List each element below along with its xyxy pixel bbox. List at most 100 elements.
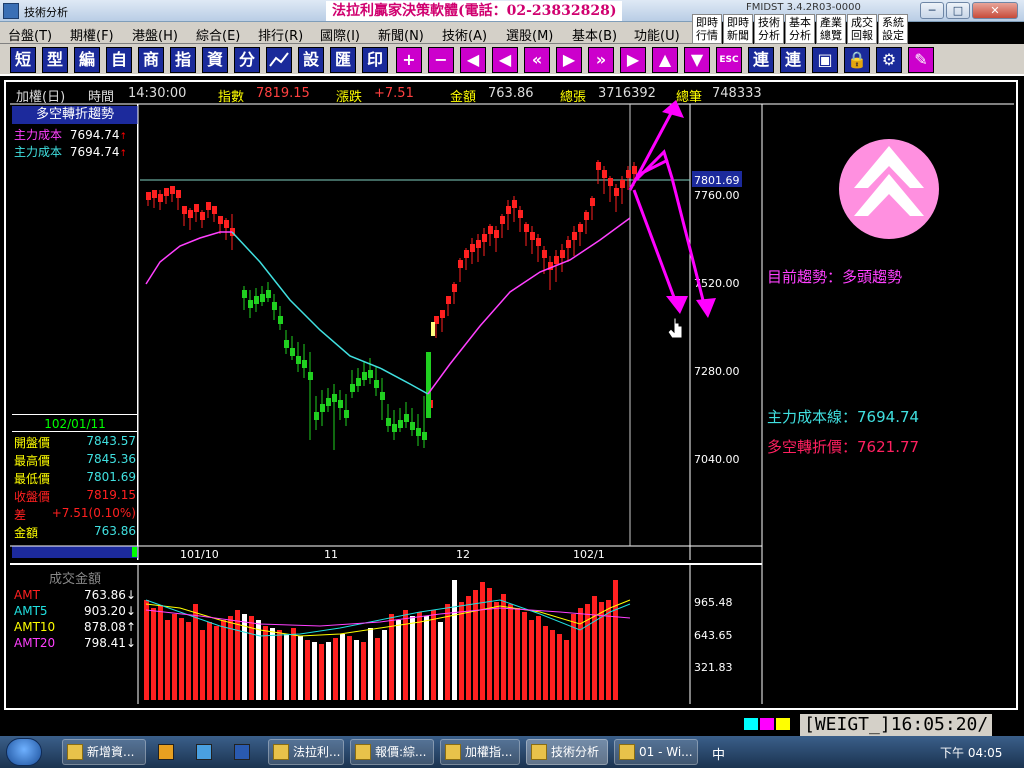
amt10-value: 878.08↑	[83, 620, 136, 634]
toolbar-data-button[interactable]: 資	[202, 47, 228, 73]
first-page-icon[interactable]: ◀	[460, 47, 486, 73]
window-title: 技術分析	[24, 6, 68, 19]
down-arrow-icon[interactable]: ▼	[684, 47, 710, 73]
quick-realtime-quote[interactable]: 即時行情	[692, 14, 722, 44]
tray-clock[interactable]: 下午 04:05	[940, 744, 1002, 761]
quick-fundamental[interactable]: 基本分析	[785, 14, 815, 44]
status-swatch-magenta	[760, 718, 774, 730]
fast-forward-icon[interactable]: »	[588, 47, 614, 73]
diff-value: +7.51(0.10%)	[51, 506, 136, 520]
main-cost-row-1: 主力成本 7694.74↑	[14, 128, 128, 142]
deals-value: 748333	[712, 86, 762, 101]
menu-international[interactable]: 國際(I)	[320, 25, 360, 44]
toolbar-settings-button[interactable]: 設	[298, 47, 324, 73]
menu-taiwan[interactable]: 台盤(T)	[8, 25, 52, 44]
low-value: 7801.69	[86, 470, 136, 484]
task-new-folder[interactable]: 新增資...	[62, 739, 146, 765]
low-label: 最低價	[14, 472, 51, 486]
amt-ma-label: AMT	[14, 588, 40, 602]
menu-stock-pick[interactable]: 選股(M)	[506, 25, 553, 44]
ohlc-close-row: 收盤價 7819.15	[12, 488, 136, 505]
task-ferrari[interactable]: 法拉利...	[268, 739, 344, 765]
word-icon[interactable]	[234, 744, 250, 760]
app-icon-small	[273, 744, 289, 760]
menu-hk[interactable]: 港盤(H)	[132, 25, 178, 44]
open-value: 7843.57	[86, 434, 136, 448]
esc-icon[interactable]: ESC	[716, 47, 742, 73]
toolbar-export-button[interactable]: 匯	[330, 47, 356, 73]
menu-function[interactable]: 功能(U)	[634, 25, 680, 44]
ohlc-high-row: 最高價 7845.36	[12, 452, 136, 469]
image-viewer-icon[interactable]	[196, 744, 212, 760]
pencil-icon[interactable]: ✎	[908, 47, 934, 73]
task-index[interactable]: 加權指...	[440, 739, 520, 765]
quick-industry[interactable]: 產業總覽	[816, 14, 846, 44]
left-status-indicator	[132, 547, 137, 557]
menu-futures[interactable]: 期權(F)	[70, 25, 114, 44]
ime-indicator[interactable]: 中	[712, 744, 725, 763]
open-label: 開盤價	[14, 436, 51, 450]
toolbar-custom-button[interactable]: 自	[106, 47, 132, 73]
status-clock: [WEIGT_]16:05:20/	[800, 714, 993, 736]
amt-value: 763.86	[94, 524, 136, 538]
zoom-out-button[interactable]: −	[428, 47, 454, 73]
last-page-icon[interactable]: ▶	[620, 47, 646, 73]
task-technical[interactable]: 技術分析	[526, 739, 608, 765]
quick-technical[interactable]: 技術分析	[754, 14, 784, 44]
quick-trade-report[interactable]: 成交回報	[847, 14, 877, 44]
next-icon[interactable]: ▶	[556, 47, 582, 73]
start-button[interactable]	[6, 738, 42, 766]
menu-bar: 台盤(T) 期權(F) 港盤(H) 綜合(E) 排行(R) 國際(I) 新聞(N…	[0, 22, 692, 44]
app-icon-small	[445, 744, 461, 760]
amt-ma-value: 763.86↓	[83, 588, 136, 602]
menu-ranking[interactable]: 排行(R)	[258, 25, 303, 44]
close-button[interactable]: ✕	[972, 2, 1018, 19]
toolbar-print-button[interactable]: 印	[362, 47, 388, 73]
index-value: 7819.15	[256, 86, 310, 101]
amt-label: 金額	[14, 526, 39, 540]
toolbar-pattern-button[interactable]: 型	[42, 47, 68, 73]
lock-icon[interactable]: 🔒	[844, 47, 870, 73]
minimize-button[interactable]: ─	[920, 2, 944, 19]
index-label: 指數	[218, 90, 245, 105]
toolbar-link2-button[interactable]: 連	[780, 47, 806, 73]
main-cost-value-2: 7694.74	[69, 145, 120, 159]
toolbar-short-button[interactable]: 短	[10, 47, 36, 73]
toolbar-split-button[interactable]: 分	[234, 47, 260, 73]
ohlc-amount-row: 金額 763.86	[12, 524, 136, 541]
quick-settings[interactable]: 系統設定	[878, 14, 908, 44]
menu-news[interactable]: 新聞(N)	[378, 25, 424, 44]
main-cost-line-value: 7694.74	[857, 408, 920, 426]
amt5-value: 903.20↓	[83, 604, 136, 618]
app-icon-small	[619, 744, 635, 760]
toolbar-indicator-button[interactable]: 指	[170, 47, 196, 73]
main-cost-label-1: 主力成本	[14, 128, 63, 142]
close-label: 收盤價	[14, 490, 51, 504]
task-recorder[interactable]: 01 - Wi...	[614, 739, 698, 765]
change-value: +7.51	[374, 86, 414, 101]
menu-composite[interactable]: 綜合(E)	[196, 25, 240, 44]
zoom-in-button[interactable]: +	[396, 47, 422, 73]
window-icon[interactable]: ▣	[812, 47, 838, 73]
prev-icon[interactable]: ◀	[492, 47, 518, 73]
rewind-icon[interactable]: «	[524, 47, 550, 73]
folder-icon	[67, 744, 83, 760]
maximize-button[interactable]: □	[946, 2, 970, 19]
line-chart-icon[interactable]	[266, 47, 292, 73]
menu-fundamental[interactable]: 基本(B)	[572, 25, 617, 44]
date-header: 102/01/11	[12, 414, 138, 432]
current-trend-label: 目前趨勢：	[767, 268, 843, 286]
menu-technical[interactable]: 技術(A)	[442, 25, 487, 44]
task-quote[interactable]: 報價:綜...	[350, 739, 434, 765]
tools-icon[interactable]: ⚙	[876, 47, 902, 73]
media-player-icon[interactable]	[158, 744, 174, 760]
quick-realtime-news[interactable]: 即時新聞	[723, 14, 753, 44]
turn-price-row: 多空轉折價：7621.77	[767, 436, 919, 457]
up-arrow-icon[interactable]: ▲	[652, 47, 678, 73]
toolbar-edit-button[interactable]: 編	[74, 47, 100, 73]
trend-header: 多空轉折趨勢	[12, 106, 138, 124]
high-value: 7845.36	[86, 452, 136, 466]
ohlc-low-row: 最低價 7801.69	[12, 470, 136, 487]
toolbar-link1-button[interactable]: 連	[748, 47, 774, 73]
toolbar-symbol-button[interactable]: 商	[138, 47, 164, 73]
